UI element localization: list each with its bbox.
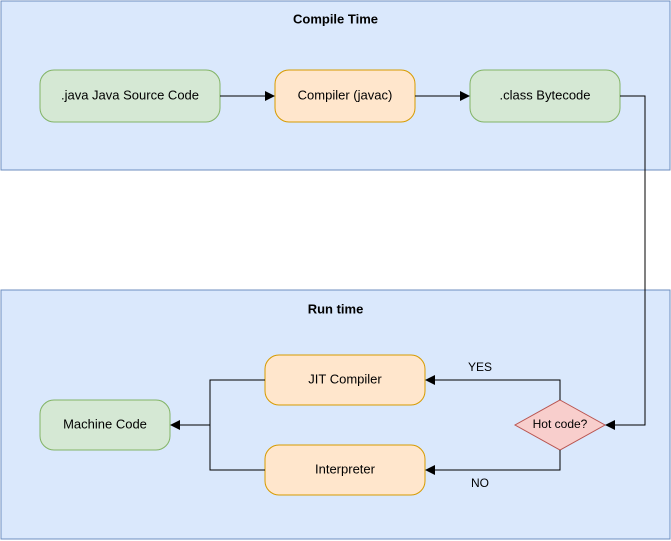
machine-code-label: Machine Code (63, 416, 147, 431)
run-time-title: Run time (308, 301, 364, 316)
yes-label: YES (468, 360, 492, 374)
jit-label: JIT Compiler (308, 371, 382, 386)
source-code-label: .java Java Source Code (61, 87, 199, 102)
decision-label: Hot code? (533, 417, 588, 431)
compile-time-title: Compile Time (293, 11, 378, 26)
interpreter-label: Interpreter (315, 461, 376, 476)
flow-diagram: Compile Time .java Java Source Code Comp… (0, 0, 671, 541)
compiler-label: Compiler (javac) (298, 87, 393, 102)
no-label: NO (471, 476, 489, 490)
bytecode-label: .class Bytecode (499, 87, 590, 102)
